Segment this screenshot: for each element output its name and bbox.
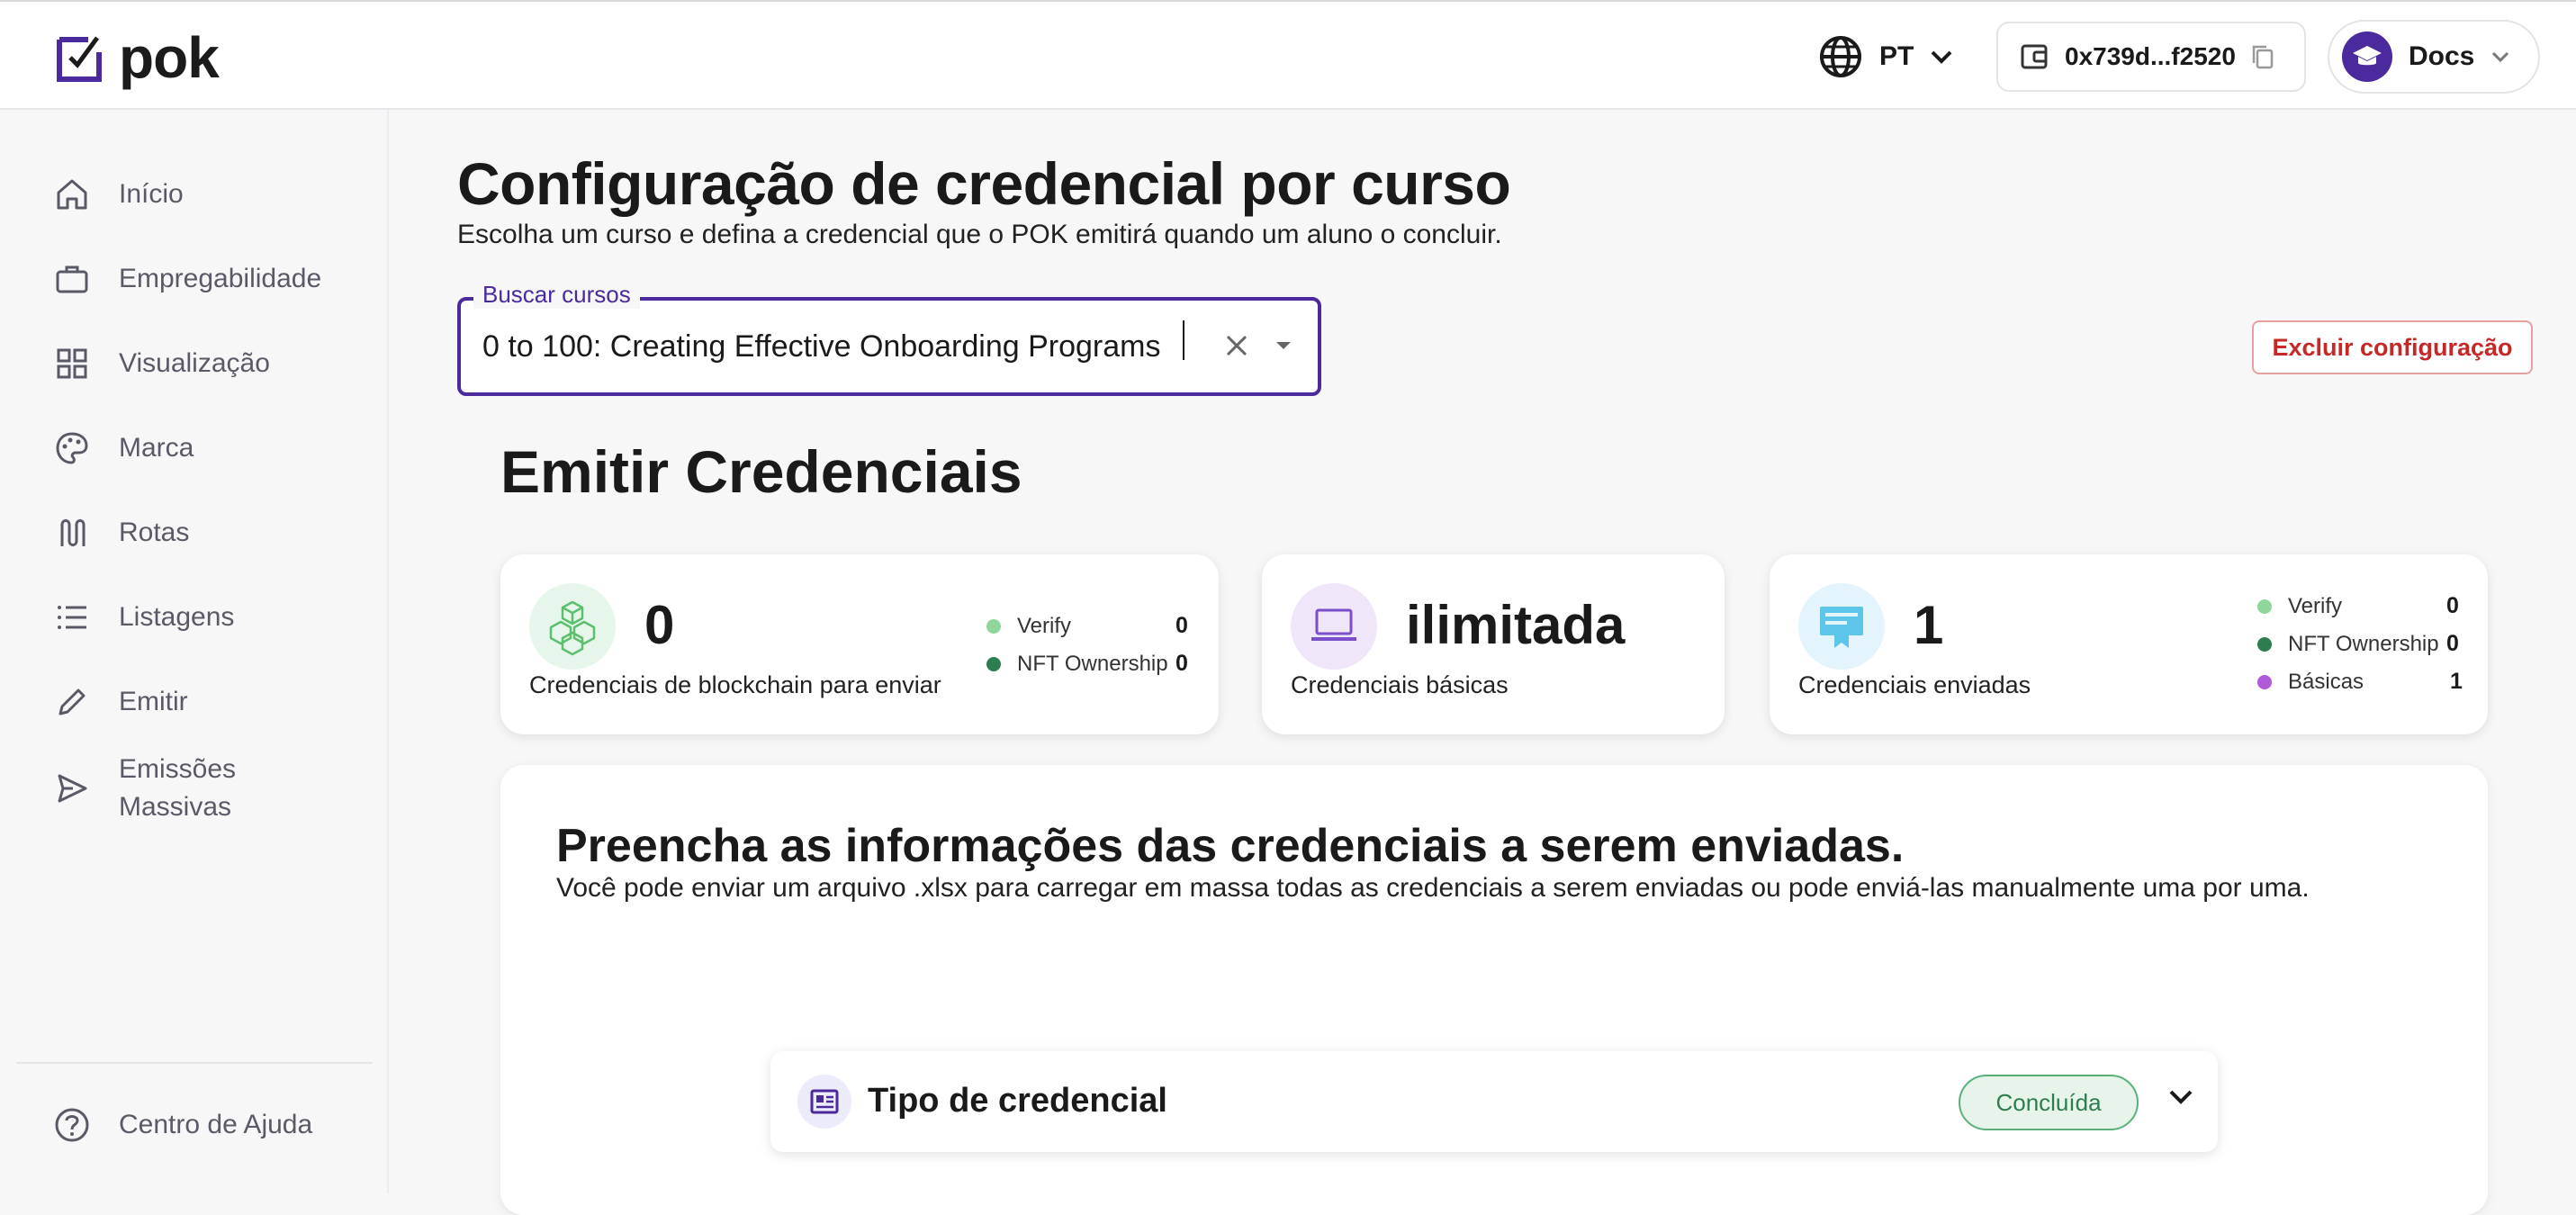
help-center-label: Centro de Ajuda — [119, 1110, 313, 1139]
delete-configuration-button[interactable]: Excluir configuração — [2252, 320, 2533, 374]
legend-dot — [2257, 599, 2272, 614]
pencil-icon — [54, 684, 90, 720]
top-bar: pok PT 0x739d...f2520 Docs — [0, 0, 2576, 110]
palette-icon — [54, 430, 90, 466]
basic-count: ilimitada — [1406, 595, 1626, 655]
blockchain-label: Credenciais de blockchain para enviar — [529, 671, 941, 698]
sent-label: Credenciais enviadas — [1798, 671, 2031, 698]
legend-dot — [986, 657, 1001, 671]
help-icon — [54, 1107, 90, 1143]
text-cursor — [1183, 320, 1184, 360]
sent-credentials-card: 1 Credenciais enviadas Verify 0 NFT Owne… — [1770, 554, 2488, 734]
sidebar-item-rotas[interactable]: Rotas — [54, 515, 189, 551]
legend-value: 1 — [2450, 669, 2463, 694]
sidebar-item-label: Empregabilidade — [119, 264, 322, 293]
status-badge: Concluída — [1959, 1075, 2139, 1130]
legend-label: Básicas — [2288, 670, 2364, 694]
sidebar-item-label: Emitir — [119, 687, 188, 716]
sidebar-item-empregabilidade[interactable]: Empregabilidade — [54, 261, 321, 297]
credential-form-panel: Preencha as informações das credenciais … — [500, 765, 2488, 1215]
language-selector[interactable]: PT — [1818, 34, 1953, 79]
search-label: Buscar cursos — [473, 281, 640, 309]
pok-logo[interactable]: pok — [56, 25, 220, 90]
course-search-field[interactable]: Buscar cursos — [457, 281, 1321, 396]
laptop-icon — [1291, 583, 1377, 670]
sidebar-item-label: Emissões Massivas — [119, 754, 237, 822]
sidebar-item-visualizacao[interactable]: Visualização — [54, 346, 270, 382]
legend-value: 0 — [1175, 613, 1188, 638]
legend-verify: Verify — [986, 614, 1071, 639]
language-label: PT — [1879, 41, 1914, 71]
briefcase-icon — [54, 261, 90, 297]
sidebar-item-label: Marca — [119, 433, 194, 463]
legend-value: 0 — [2446, 631, 2459, 656]
page-subtitle: Escolha um curso e defina a credencial q… — [457, 220, 1502, 249]
sidebar-divider — [16, 1062, 373, 1064]
grid-icon — [54, 346, 90, 382]
legend-value: 0 — [2446, 593, 2459, 618]
sidebar-item-inicio[interactable]: Início — [54, 176, 184, 212]
globe-icon — [1820, 36, 1861, 77]
close-icon[interactable] — [1220, 329, 1253, 366]
list-icon — [54, 599, 90, 635]
legend-dot — [2257, 675, 2272, 689]
sidebar-item-emissoes-massivas[interactable]: Emissões Massivas — [54, 751, 272, 826]
sidebar-item-label: Início — [119, 179, 184, 209]
sent-count: 1 — [1914, 595, 1944, 655]
send-icon — [54, 770, 90, 806]
logo-icon — [57, 36, 102, 82]
legend-nft-ownership: NFT Ownership — [986, 652, 1168, 677]
wallet-address: 0x739d...f2520 — [2065, 42, 2236, 70]
course-search-input[interactable] — [482, 329, 1202, 364]
graduation-cap-icon — [2353, 46, 2382, 66]
sidebar-item-listagens[interactable]: Listagens — [54, 599, 234, 635]
profile-menu[interactable]: Docs — [2328, 20, 2540, 94]
sidebar-item-marca[interactable]: Marca — [54, 430, 194, 466]
sidebar-item-emitir[interactable]: Emitir — [54, 684, 188, 720]
page-title: Configuração de credencial por curso — [457, 150, 1511, 217]
certificate-icon — [1798, 583, 1885, 670]
issue-section-title: Emitir Credenciais — [500, 438, 1022, 505]
legend-label: NFT Ownership — [2288, 632, 2439, 656]
help-center-link[interactable]: Centro de Ajuda — [54, 1107, 312, 1143]
form-description: Você pode enviar um arquivo .xlsx para c… — [556, 873, 2310, 903]
legend-dot — [2257, 637, 2272, 652]
blockchain-icon — [529, 583, 616, 670]
sidebar: Início Empregabilidade Visualização Marc… — [0, 110, 389, 1193]
document-icon — [797, 1075, 851, 1129]
profile-name: Docs — [2409, 41, 2475, 71]
logo-text: pok — [119, 25, 220, 90]
avatar — [2342, 32, 2392, 82]
chevron-down-icon[interactable] — [2167, 1087, 2194, 1112]
legend-dot — [986, 619, 1001, 634]
sidebar-item-label: Listagens — [119, 602, 235, 632]
legend-label: Verify — [1017, 614, 1072, 638]
dropdown-arrow-icon[interactable] — [1271, 333, 1296, 363]
basic-label: Credenciais básicas — [1291, 671, 1509, 698]
form-title: Preencha as informações das credenciais … — [556, 820, 1905, 872]
wallet-chip[interactable]: 0x739d...f2520 — [1996, 22, 2306, 92]
accordion-title: Tipo de credencial — [868, 1082, 1167, 1120]
legend-value: 0 — [1175, 651, 1188, 676]
chevron-down-icon — [2492, 51, 2509, 63]
chevron-down-icon — [1931, 50, 1952, 64]
legend-nft-ownership: NFT Ownership — [2257, 632, 2439, 657]
legend-label: Verify — [2288, 594, 2343, 618]
blockchain-count: 0 — [644, 595, 675, 655]
copy-icon[interactable] — [2250, 43, 2275, 70]
legend-verify: Verify — [2257, 594, 2342, 619]
route-icon — [54, 515, 90, 551]
sidebar-item-label: Rotas — [119, 518, 190, 547]
home-icon — [54, 176, 90, 212]
legend-basicas: Básicas — [2257, 670, 2364, 695]
legend-label: NFT Ownership — [1017, 652, 1168, 676]
credential-type-accordion[interactable]: Tipo de credencial Concluída — [770, 1051, 2218, 1152]
basic-credentials-card: ilimitada Credenciais básicas — [1262, 554, 1725, 734]
wallet-icon — [2021, 44, 2048, 69]
blockchain-credentials-card: 0 Credenciais de blockchain para enviar … — [500, 554, 1219, 734]
sidebar-item-label: Visualização — [119, 348, 270, 378]
